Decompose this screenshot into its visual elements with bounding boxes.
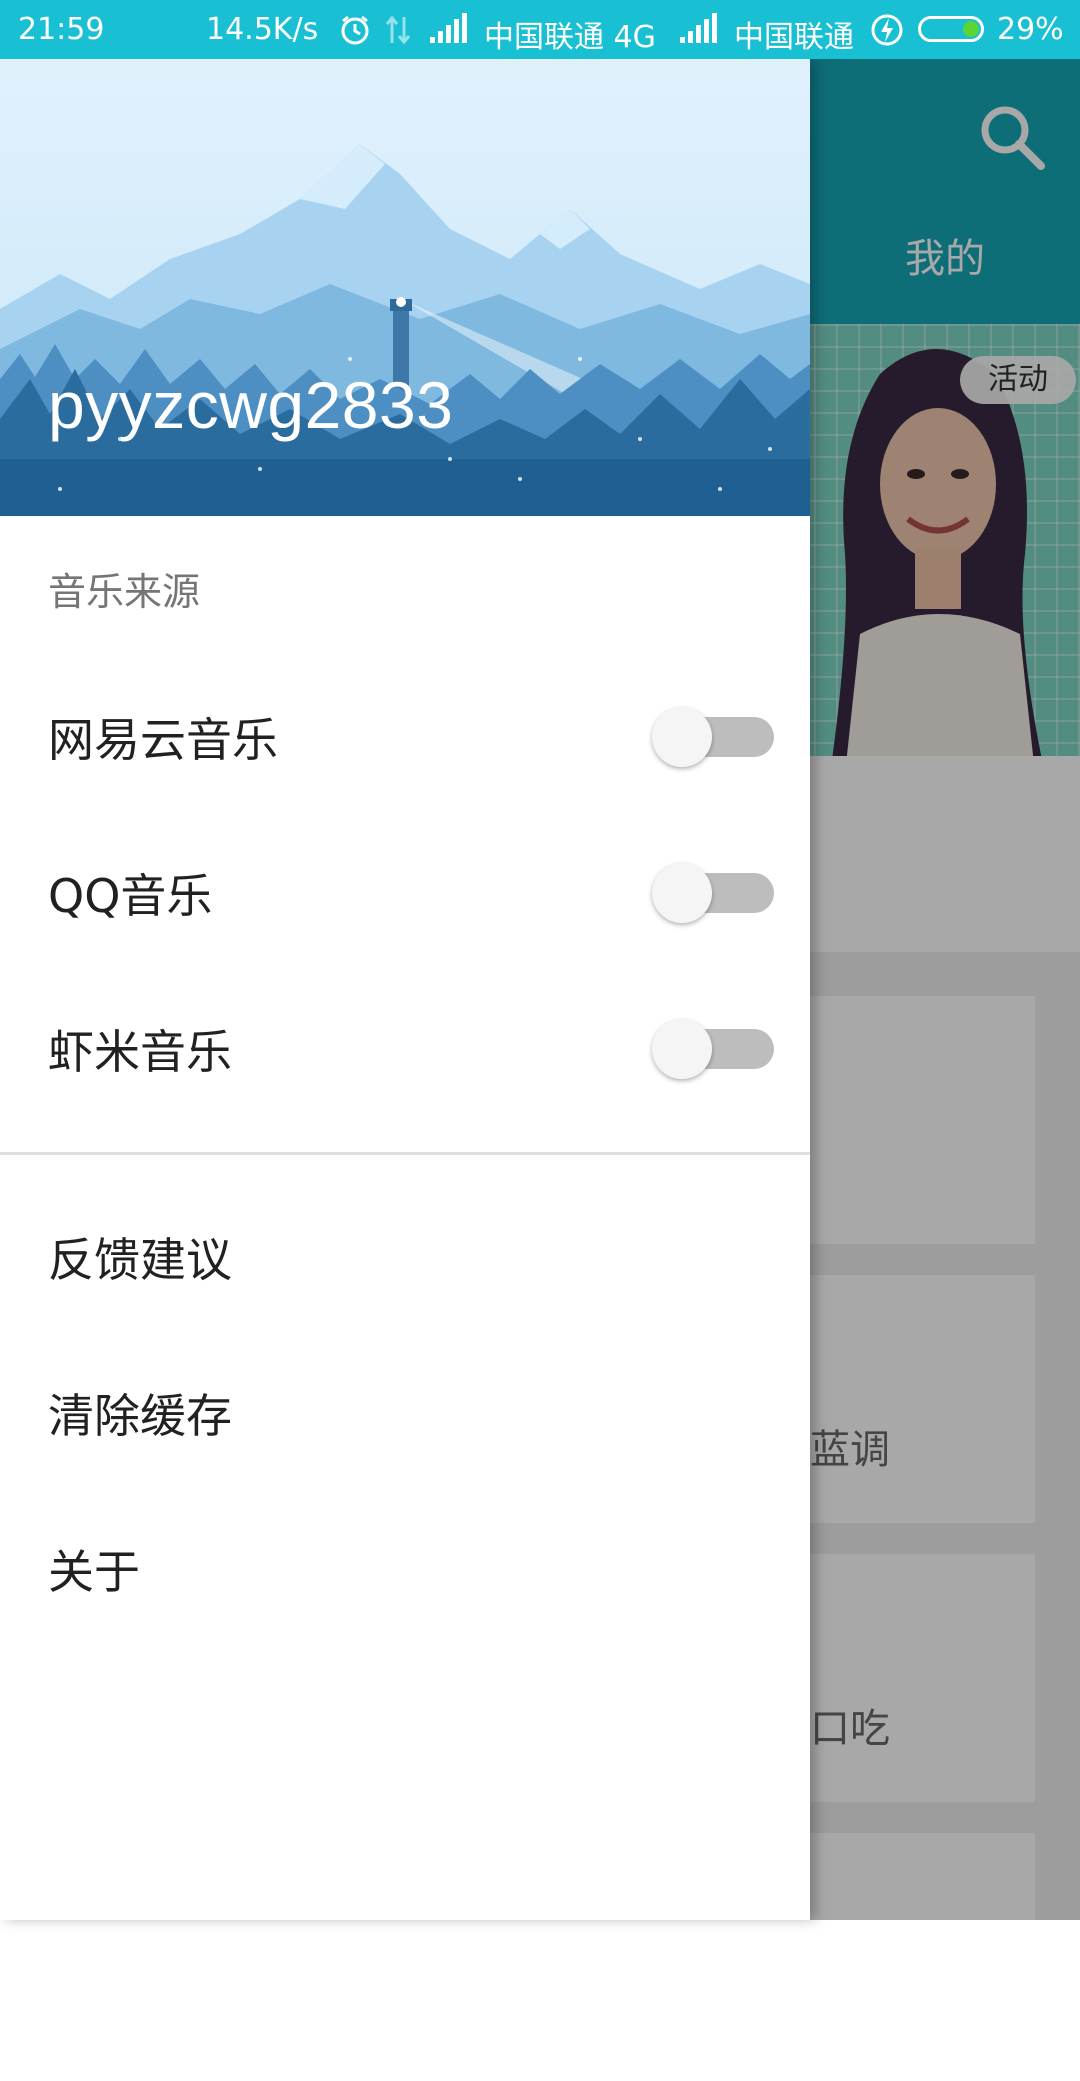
signal-icon <box>680 13 717 43</box>
signal-icon <box>430 13 467 43</box>
charging-icon <box>871 14 903 46</box>
source-toggle[interactable] <box>652 707 774 767</box>
source-toggle[interactable] <box>652 863 774 923</box>
source-toggle[interactable] <box>652 1019 774 1079</box>
alarm-icon <box>341 15 369 45</box>
username: pyyzcwg2833 <box>48 368 454 442</box>
status-carrier-2: 中国联通 <box>734 20 854 55</box>
status-bar: 21:59 14.5K/s 中国联通 4G 中国联通 29% <box>0 0 1080 59</box>
menu-item-label: 反馈建议 <box>48 1233 232 1287</box>
header-landscape-image <box>0 59 810 516</box>
drawer-header: pyyzcwg2833 <box>0 59 810 516</box>
navigation-drawer: pyyzcwg2833 音乐来源 网易云音乐 QQ音乐 虾米音乐 反馈建议 清除… <box>0 59 810 1920</box>
music-source-section-title: 音乐来源 <box>48 570 201 614</box>
source-row-xiami[interactable]: 虾米音乐 <box>0 971 810 1127</box>
menu-item-label: 清除缓存 <box>48 1389 232 1443</box>
menu-item-label: 关于 <box>48 1545 140 1599</box>
battery-icon <box>918 16 984 42</box>
source-label: 网易云音乐 <box>48 713 278 767</box>
status-battery: 29% <box>997 12 1064 47</box>
status-carrier-1: 中国联通 4G <box>484 20 656 55</box>
source-row-qq[interactable]: QQ音乐 <box>0 815 810 971</box>
divider <box>0 1152 810 1155</box>
source-row-netease[interactable]: 网易云音乐 <box>0 659 810 815</box>
source-label: QQ音乐 <box>48 869 213 923</box>
status-net-speed: 14.5K/s <box>206 12 319 47</box>
menu-item-feedback[interactable]: 反馈建议 <box>0 1179 810 1335</box>
source-label: 虾米音乐 <box>48 1025 232 1079</box>
menu-item-clear-cache[interactable]: 清除缓存 <box>0 1335 810 1491</box>
menu-item-about[interactable]: 关于 <box>0 1491 810 1647</box>
status-time: 21:59 <box>18 12 105 47</box>
data-transfer-icon <box>385 15 411 45</box>
